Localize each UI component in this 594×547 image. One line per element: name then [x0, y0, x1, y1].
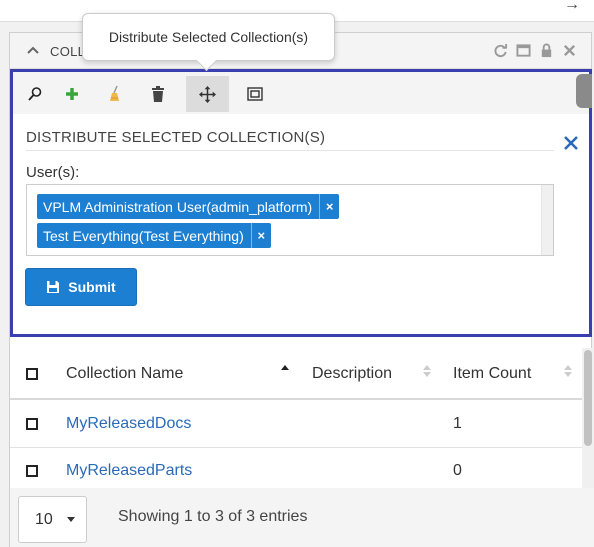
user-tag: VPLM Administration User(admin_platform)… [37, 194, 340, 219]
sort-asc-icon[interactable] [281, 364, 289, 378]
move-icon [199, 85, 216, 103]
trash-icon [152, 85, 164, 102]
broom-icon [110, 85, 119, 101]
user-tag-label: Test Everything(Test Everything) [43, 227, 244, 244]
collections-table: Collection Name Description Item Count M… [10, 348, 582, 495]
table-footer: 10 Showing 1 to 3 of 3 entries [10, 488, 594, 547]
submit-label: Submit [68, 279, 116, 295]
page-size-select[interactable]: 10 [18, 496, 87, 543]
select-all-checkbox[interactable] [26, 368, 38, 380]
fit-screen-icon [247, 87, 263, 101]
clear-button[interactable] [96, 76, 134, 112]
sort-both-icon[interactable] [564, 364, 572, 378]
maximize-icon[interactable] [516, 43, 531, 58]
save-icon [47, 281, 60, 293]
search-button[interactable] [16, 76, 54, 112]
arrow-right-icon[interactable]: → [564, 0, 580, 14]
user-tag: Test Everything(Test Everything) × [37, 223, 271, 248]
distribute-button[interactable] [186, 76, 229, 112]
remove-tag-button[interactable]: × [250, 223, 271, 248]
entries-info: Showing 1 to 3 of 3 entries [118, 508, 308, 525]
column-header-item-count[interactable]: Item Count [453, 365, 531, 383]
row-checkbox[interactable] [26, 418, 38, 430]
column-header-name[interactable]: Collection Name [66, 365, 183, 383]
collection-name-link[interactable]: MyReleasedDocs [66, 415, 191, 433]
table-header: Collection Name Description Item Count [10, 348, 582, 400]
multiselect-scrollbar[interactable] [541, 185, 553, 255]
refresh-icon[interactable] [493, 43, 508, 58]
collection-item-count: 1 [453, 415, 462, 432]
add-button[interactable] [53, 76, 91, 112]
row-checkbox[interactable] [26, 465, 38, 477]
table-row: MyReleasedDocs 1 [10, 401, 582, 448]
divider [26, 150, 554, 151]
users-label: User(s): [26, 164, 80, 181]
close-widget-icon[interactable] [562, 43, 577, 58]
collection-name-link[interactable]: MyReleasedParts [66, 462, 192, 480]
caret-down-icon [66, 517, 75, 522]
toolbar [13, 72, 592, 114]
submit-button[interactable]: Submit [25, 268, 137, 306]
search-icon [28, 87, 42, 101]
form-title: DISTRIBUTE SELECTED COLLECTION(S) [26, 129, 326, 146]
sort-both-icon[interactable] [423, 364, 431, 378]
close-icon[interactable] [562, 134, 580, 152]
add-icon [66, 88, 78, 100]
users-multiselect[interactable]: VPLM Administration User(admin_platform)… [26, 184, 554, 256]
chevron-up-icon[interactable] [26, 43, 40, 57]
collection-item-count: 0 [453, 462, 462, 479]
table-scrollbar[interactable] [582, 348, 594, 488]
widget-title: COLL [50, 44, 86, 59]
distribute-panel: DISTRIBUTE SELECTED COLLECTION(S) User(s… [10, 69, 592, 337]
column-header-description[interactable]: Description [312, 365, 392, 383]
lock-icon[interactable] [539, 43, 554, 58]
remove-tag-button[interactable]: × [319, 194, 339, 219]
delete-button[interactable] [139, 76, 177, 112]
scrollbar-thumb[interactable] [584, 350, 592, 446]
settings-side-tab[interactable] [576, 74, 592, 108]
fit-button[interactable] [236, 76, 274, 112]
user-tag-label: VPLM Administration User(admin_platform) [43, 198, 313, 215]
page-size-value: 10 [35, 510, 53, 528]
tooltip: Distribute Selected Collection(s) [82, 13, 335, 61]
